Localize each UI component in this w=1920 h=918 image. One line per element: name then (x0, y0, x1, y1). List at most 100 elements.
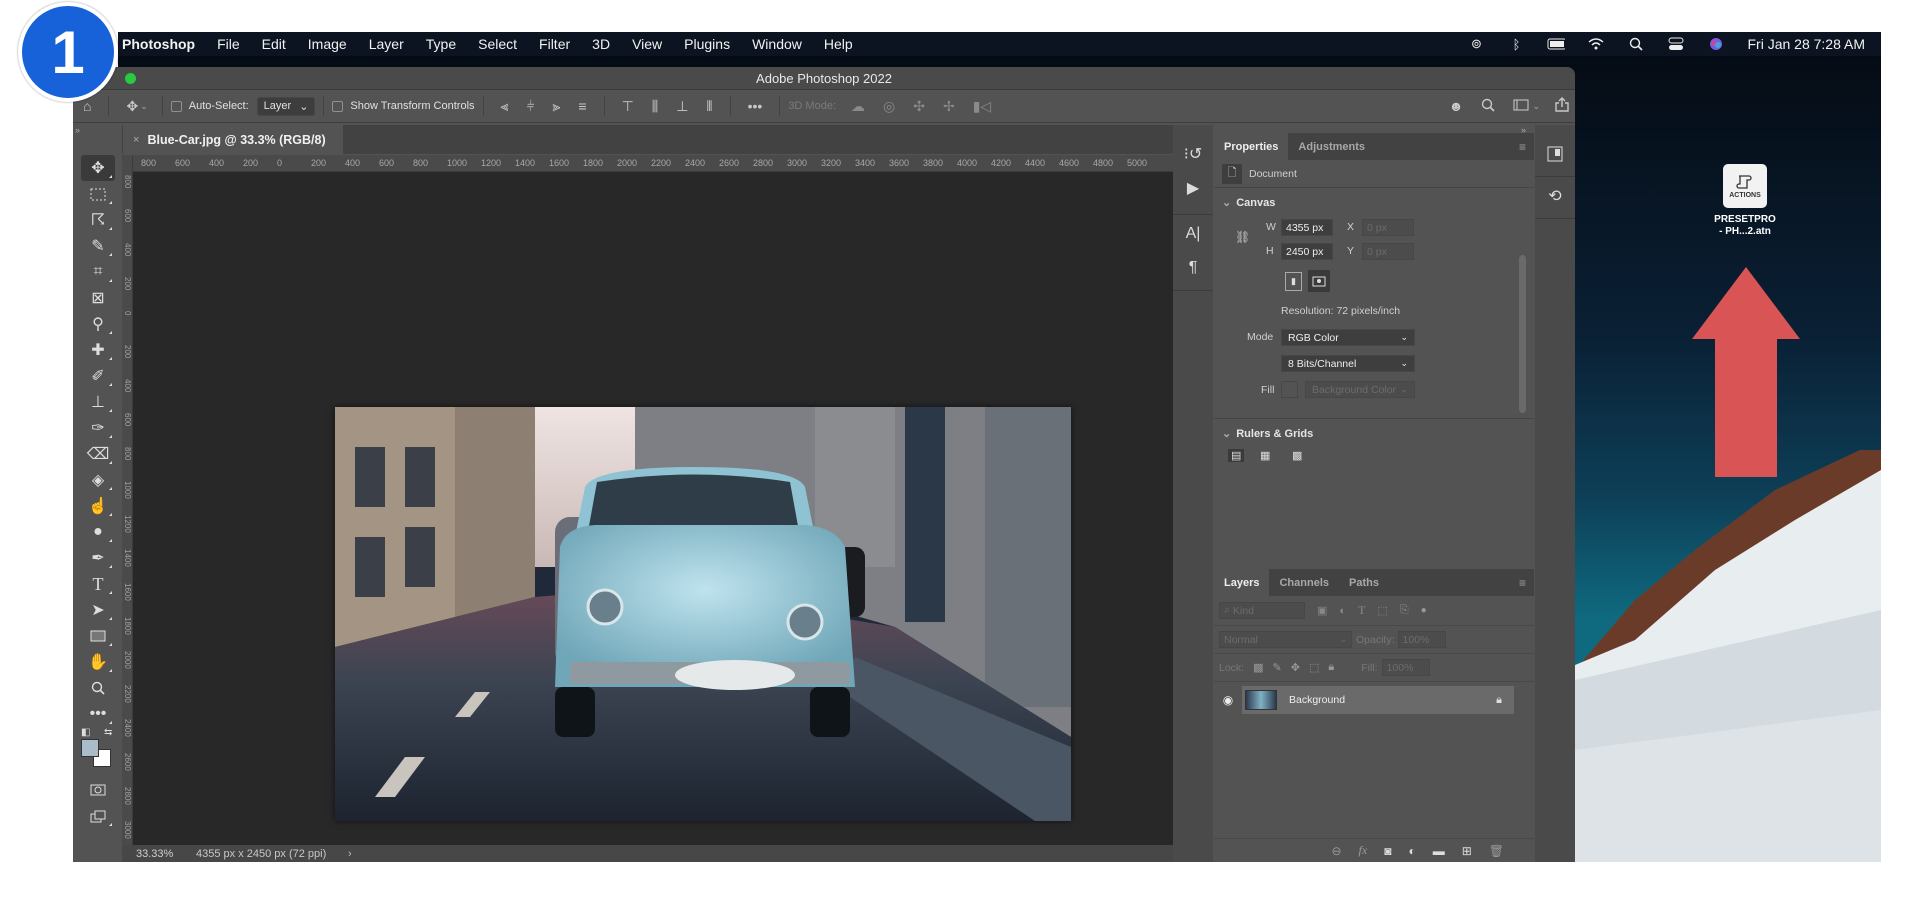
layer-filter-dropdown[interactable]: ⌕ Kind (1219, 602, 1305, 619)
lock-artboard-icon[interactable]: ⬚ (1309, 661, 1319, 674)
portrait-orientation-icon[interactable]: ▮ (1285, 272, 1302, 291)
home-icon[interactable]: ⌂ (83, 98, 91, 114)
lock-transparent-icon[interactable]: ▩ (1253, 661, 1263, 674)
align-vertical-center-icon[interactable]: ⫼ (652, 98, 658, 115)
tab-channels[interactable]: Channels (1269, 569, 1339, 596)
menu-clock[interactable]: Fri Jan 28 7:28 AM (1747, 36, 1865, 52)
panel-menu-icon[interactable]: ≡ (1519, 569, 1526, 596)
control-center-icon[interactable] (1667, 37, 1685, 51)
close-tab-icon[interactable]: × (133, 134, 139, 146)
actions-file-name[interactable]: PRESETPRO - PH...2.atn (1700, 214, 1790, 238)
horizontal-ruler[interactable]: 800 600 400 200 0 200 400 600 800 1000 1200 1400 160… (133, 155, 1178, 172)
eyedropper-tool-icon[interactable]: ⚲ (81, 311, 115, 337)
rectangle-tool-icon[interactable] (81, 623, 115, 649)
menu-select[interactable]: Select (478, 36, 517, 52)
canvas-area[interactable] (133, 172, 1178, 845)
foreground-color-swatch[interactable] (81, 739, 99, 757)
creative-cloud-icon[interactable]: ⊚ (1467, 36, 1485, 51)
auto-select-checkbox[interactable] (170, 100, 182, 112)
menu-type[interactable]: Type (426, 36, 456, 52)
battery-charging-icon[interactable] (1547, 37, 1566, 51)
marquee-tool-icon[interactable] (81, 181, 115, 207)
3d-camera-icon[interactable]: ▮◁ (973, 98, 991, 115)
share-account-icon[interactable]: ☻ (1449, 98, 1464, 114)
wifi-icon[interactable] (1587, 37, 1605, 51)
tab-layers[interactable]: Layers (1214, 569, 1270, 596)
menu-image[interactable]: Image (308, 36, 347, 52)
eraser-tool-icon[interactable]: ⌫ (81, 441, 115, 467)
panel-menu-icon[interactable]: ≡ (1519, 133, 1526, 160)
screen-mode-icon[interactable] (81, 803, 115, 829)
move-tool-icon[interactable]: ✥ (81, 155, 115, 181)
filter-adjustment-icon[interactable]: ◐ (1339, 605, 1346, 617)
menu-window[interactable]: Window (752, 36, 802, 52)
width-field[interactable]: 4355 px (1281, 219, 1333, 236)
layer-effects-icon[interactable]: fx (1359, 843, 1368, 858)
paint-bucket-tool-icon[interactable]: ◈ (81, 467, 115, 493)
layer-locked-icon[interactable]: 🔒︎ (1496, 694, 1502, 707)
menu-help[interactable]: Help (824, 36, 853, 52)
height-field[interactable]: 2450 px (1281, 243, 1333, 260)
character-panel-icon[interactable]: A| (1176, 219, 1210, 249)
filter-smart-object-icon[interactable]: ⎘ (1400, 604, 1409, 617)
chevron-down-icon[interactable]: ⌄ (140, 101, 148, 112)
landscape-orientation-icon[interactable] (1308, 270, 1330, 292)
3d-roll-icon[interactable]: ◎ (883, 98, 895, 115)
play-icon[interactable]: ▶ (1176, 173, 1210, 203)
window-title-bar[interactable]: Adobe Photoshop 2022 (73, 67, 1575, 90)
swap-colors-icon[interactable]: ⇆ (104, 727, 112, 738)
chevron-down-icon[interactable]: ⌄ (1532, 101, 1540, 112)
layer-item-background[interactable]: Background 🔒︎ (1242, 686, 1514, 714)
3d-orbit-icon[interactable]: ☁ (851, 98, 865, 115)
bluetooth-icon[interactable]: ᛒ (1507, 37, 1525, 52)
zoom-tool-icon[interactable] (81, 675, 115, 701)
siri-icon[interactable] (1707, 37, 1725, 51)
lock-image-icon[interactable]: ✎ (1273, 661, 1282, 674)
collapse-toolbar-icon[interactable]: » (75, 125, 80, 135)
rulers-grids-header[interactable]: ⌄ Rulers & Grids (1222, 427, 1313, 440)
history-panel-icon[interactable]: ⟲ (1538, 181, 1572, 211)
edit-toolbar-icon[interactable]: ••• (81, 701, 115, 727)
new-adjustment-layer-icon[interactable]: ◐ (1408, 844, 1415, 858)
align-horizontal-center-icon[interactable]: ⫩ (526, 98, 534, 115)
document-tab[interactable]: × Blue-Car.jpg @ 33.3% (RGB/8) (123, 125, 343, 154)
type-tool-icon[interactable]: T (81, 571, 115, 597)
window-zoom-button[interactable] (125, 73, 136, 84)
search-icon[interactable] (1481, 98, 1496, 115)
lasso-tool-icon[interactable]: ☈ (81, 207, 115, 233)
vertical-ruler[interactable]: 800 600 400 200 0 200 400 600 800 1000 1200 1400 160… (122, 155, 133, 845)
properties-scrollbar[interactable] (1519, 255, 1526, 413)
spotlight-search-icon[interactable] (1627, 37, 1645, 51)
filter-pixel-icon[interactable]: ▣ (1317, 604, 1327, 617)
actions-file-icon[interactable]: ACTIONS (1723, 164, 1767, 208)
frame-tool-icon[interactable]: ⊠ (81, 285, 115, 311)
menu-file[interactable]: File (217, 36, 240, 52)
crop-tool-icon[interactable]: ⌗ (81, 259, 115, 285)
menu-plugins[interactable]: Plugins (684, 36, 730, 52)
status-menu-chevron-icon[interactable]: › (348, 848, 352, 860)
new-group-icon[interactable]: ▬ (1433, 844, 1445, 858)
smudge-tool-icon[interactable]: ☝ (81, 493, 115, 519)
quick-mask-icon[interactable] (81, 777, 115, 803)
layer-visibility-eye-icon[interactable]: ◉ (1214, 693, 1242, 707)
delete-layer-icon[interactable]: 🗑︎ (1489, 844, 1504, 858)
quick-selection-tool-icon[interactable]: ✎ (81, 233, 115, 259)
brush-tool-icon[interactable]: ✐ (81, 363, 115, 389)
more-options-icon[interactable]: ••• (748, 98, 763, 114)
tab-paths[interactable]: Paths (1339, 569, 1389, 596)
filter-type-icon[interactable]: T (1358, 603, 1365, 618)
dodge-tool-icon[interactable]: ● (81, 519, 115, 545)
filter-toggle-icon[interactable]: ● (1421, 605, 1427, 616)
menu-filter[interactable]: Filter (539, 36, 570, 52)
filter-shape-icon[interactable]: ⬚ (1377, 604, 1387, 617)
grid-icon[interactable]: ▦ (1260, 449, 1270, 462)
actions-panel-icon[interactable]: ⁝↺ (1176, 139, 1210, 169)
3d-pan-icon[interactable]: ✣ (913, 98, 925, 115)
align-left-icon[interactable]: ⫷ (501, 98, 509, 115)
tab-adjustments[interactable]: Adjustments (1288, 133, 1375, 160)
path-selection-tool-icon[interactable]: ➤ (81, 597, 115, 623)
lock-all-icon[interactable]: 🔒︎ (1328, 661, 1334, 674)
layer-row[interactable]: ◉ Background 🔒︎ (1214, 685, 1534, 715)
link-layers-icon[interactable]: ⊖ (1331, 844, 1341, 858)
clone-stamp-tool-icon[interactable]: ⊥ (81, 389, 115, 415)
